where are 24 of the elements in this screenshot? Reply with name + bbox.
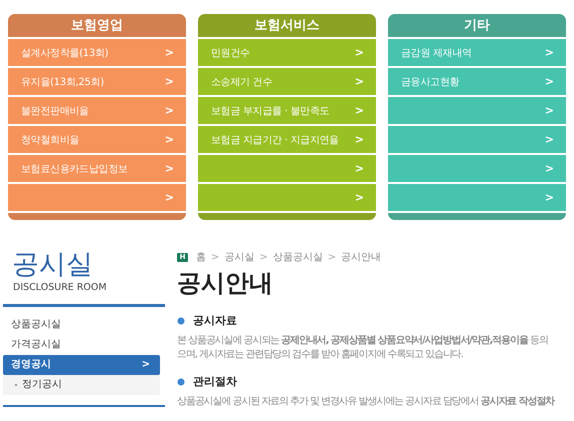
sidebar-item[interactable]: 가격공시실 [3,335,165,355]
section-heading: 공시자료 [193,313,237,328]
breadcrumb-separator: > [211,252,220,262]
sidebar-title: 공시실 [11,249,94,281]
sidebar-subtitle: DISCLOSURE ROOM [12,282,108,293]
breadcrumb-item[interactable]: 공시실 [224,250,254,264]
page-title: 공시안내 [177,268,274,299]
sidebar-subitem[interactable]: 정기공시 [3,375,160,395]
panel-title: 보험서비스 [198,14,376,39]
panel-title: 기타 [388,14,566,39]
sidebar-item[interactable]: 경영공시 > [3,355,160,375]
breadcrumb-item[interactable]: 공시안내 [341,250,382,264]
sidebar-item[interactable]: 상품공시실 [3,315,165,335]
breadcrumb-separator: > [328,252,336,262]
section-heading: 관리절차 [193,374,237,389]
panel-title: 보험영업 [8,14,186,39]
paragraph-line: 으며, 게시자료는 관련담당의 검수를 받아 홈페이지에 수록되고 있습니다. [177,348,464,362]
breadcrumb-item[interactable]: 홈 [196,250,206,264]
bullet-icon [177,378,185,386]
paragraph-line: 본 상품공시실에 공시되는 공제안내서, 공제상품별 상품요약서/사업방법서/약관,적용이율 등의 [177,334,549,348]
paragraph-line: 상품공시실에 공시된 자료의 추가 및 변경사유 발생시에는 공시자료 담당에서 공시자료 작성절차 [177,395,556,409]
bullet-icon [177,316,185,324]
breadcrumb-separator: > [259,252,268,262]
breadcrumb-item[interactable]: 상품공시실 [272,250,323,264]
